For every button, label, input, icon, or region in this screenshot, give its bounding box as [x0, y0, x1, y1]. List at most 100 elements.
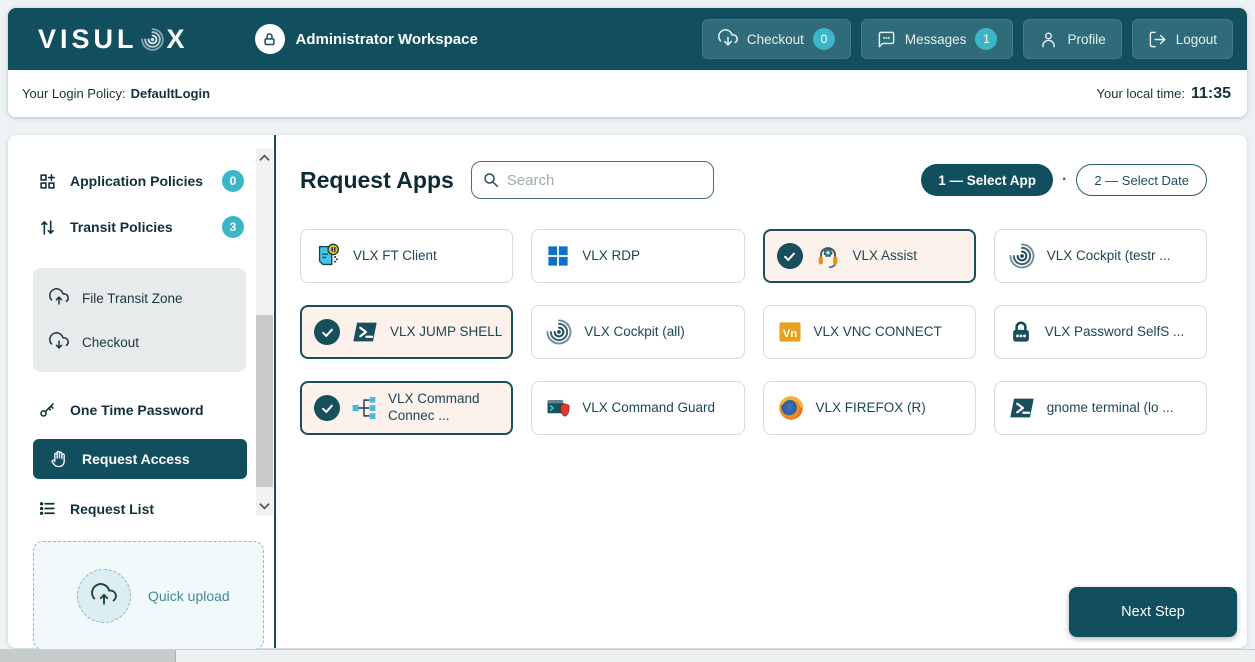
- workspace-group: Administrator Workspace: [255, 24, 478, 54]
- sidebar-item-file-transit-zone[interactable]: File Transit Zone: [33, 276, 246, 320]
- sidebar-item-application-policies[interactable]: Application Policies 0: [8, 160, 274, 202]
- profile-button[interactable]: Profile: [1023, 19, 1121, 59]
- step-select-date[interactable]: 2 — Select Date: [1076, 164, 1207, 196]
- app-card-label: VLX JUMP SHELL: [390, 324, 502, 341]
- message-bubble-icon: [877, 30, 896, 49]
- svg-text:Vn: Vn: [782, 328, 797, 340]
- app-header: VISUL X Administrator Workspace: [8, 8, 1247, 70]
- app-card-label: VLX Assist: [853, 248, 918, 265]
- sidebar-item-request-list[interactable]: Request List: [8, 489, 274, 528]
- terminal-shield-icon: [544, 394, 572, 422]
- app-card-vlx-password-selfservice[interactable]: VLX Password SelfS ...: [994, 305, 1207, 359]
- scroll-down-arrow-icon[interactable]: [256, 498, 273, 514]
- local-time-label: Your local time:: [1097, 86, 1185, 101]
- sidebar-item-label: Application Policies: [70, 173, 209, 189]
- cloud-download-icon: [718, 29, 738, 49]
- quick-upload-dropzone[interactable]: Quick upload: [33, 541, 264, 650]
- network-hierarchy-icon: [350, 394, 378, 422]
- app-card-vlx-command-guard[interactable]: VLX Command Guard: [531, 381, 744, 435]
- local-time: Your local time: 11:35: [1097, 85, 1231, 103]
- step-select-app[interactable]: 1 — Select App: [921, 164, 1053, 196]
- app-card-label: VLX FIREFOX (R): [816, 400, 926, 417]
- checkout-badge: 0: [813, 28, 835, 50]
- logo-text-left: VISUL: [38, 24, 138, 55]
- shell-icon: [1007, 393, 1037, 423]
- app-card-vlx-command-connect[interactable]: VLX Command Connec ...: [300, 381, 513, 435]
- shell-icon: [350, 317, 380, 347]
- step-indicator: 1 — Select App · 2 — Select Date: [921, 164, 1207, 196]
- login-policy-label: Your Login Policy:: [22, 86, 126, 101]
- messages-button[interactable]: Messages 1: [861, 19, 1014, 59]
- sidebar-scrollbar-thumb[interactable]: [256, 315, 273, 487]
- apps-grid-plus-icon: [38, 172, 57, 191]
- app-card-label: VLX Password SelfS ...: [1045, 324, 1185, 341]
- checkout-button-label: Checkout: [747, 32, 804, 47]
- app-card-label: VLX RDP: [582, 248, 640, 265]
- app-card-vlx-ft-client[interactable]: VLX FT Client: [300, 229, 513, 283]
- cloud-upload-icon: [49, 288, 69, 308]
- sidebar-item-label: Request Access: [82, 451, 231, 467]
- app-card-vlx-jump-shell[interactable]: VLX JUMP SHELL: [300, 305, 513, 359]
- logout-button[interactable]: Logout: [1132, 19, 1233, 59]
- application-policies-badge: 0: [222, 170, 244, 192]
- cloud-upload-icon: [77, 569, 131, 623]
- login-policy: Your Login Policy: DefaultLogin: [22, 86, 210, 101]
- app-card-vlx-cockpit-all[interactable]: VLX Cockpit (all): [531, 305, 744, 359]
- app-card-label: VLX Cockpit (all): [584, 324, 685, 341]
- lock-icon: [255, 24, 285, 54]
- app-card-label: VLX Command Connec ...: [388, 391, 503, 425]
- ft-client-icon: [313, 241, 343, 271]
- key-icon: [38, 400, 57, 419]
- headset-icon: [813, 241, 843, 271]
- sidebar-item-one-time-password[interactable]: One Time Password: [8, 390, 274, 429]
- person-icon: [1039, 30, 1058, 49]
- sidebar-item-request-access[interactable]: Request Access: [33, 439, 247, 479]
- search-box[interactable]: [471, 161, 714, 199]
- app-card-gnome-terminal[interactable]: gnome terminal (lo ...: [994, 381, 1207, 435]
- apps-grid: VLX FT Client VLX RDP: [300, 229, 1207, 435]
- horizontal-scrollbar[interactable]: [0, 649, 1255, 662]
- app-card-label: VLX Cockpit (testr ...: [1047, 248, 1171, 265]
- login-policy-value: DefaultLogin: [131, 86, 210, 101]
- app-card-vlx-vnc-connect[interactable]: Vn VLX VNC CONNECT: [763, 305, 976, 359]
- transit-policies-badge: 3: [222, 216, 244, 238]
- hand-icon: [49, 449, 69, 469]
- local-time-value: 11:35: [1191, 85, 1231, 103]
- app-card-vlx-assist[interactable]: VLX Assist: [763, 229, 976, 283]
- vnc-icon: Vn: [776, 318, 804, 346]
- checkout-button[interactable]: Checkout 0: [702, 19, 851, 59]
- padlock-icon: [1007, 318, 1035, 346]
- selected-check-icon: [314, 319, 340, 345]
- sidebar-item-checkout[interactable]: Checkout: [33, 320, 246, 364]
- app-card-vlx-firefox[interactable]: VLX FIREFOX (R): [763, 381, 976, 435]
- next-step-button[interactable]: Next Step: [1069, 587, 1237, 637]
- visulox-logo: VISUL X: [38, 24, 189, 55]
- arrows-up-down-icon: [38, 218, 57, 237]
- content-header: Request Apps 1 — Select App · 2 — Select…: [300, 161, 1207, 199]
- step-separator: ·: [1062, 171, 1067, 189]
- sidebar-group: File Transit Zone Checkout: [33, 268, 246, 372]
- header-actions: Checkout 0 Messages 1: [702, 19, 1233, 59]
- cockpit-spiral-icon: [544, 317, 574, 347]
- app-card-vlx-rdp[interactable]: VLX RDP: [531, 229, 744, 283]
- app-card-vlx-cockpit-testr[interactable]: VLX Cockpit (testr ...: [994, 229, 1207, 283]
- horizontal-scrollbar-thumb[interactable]: [0, 650, 176, 662]
- quick-upload-label: Quick upload: [148, 588, 230, 604]
- cloud-download-icon: [49, 332, 69, 352]
- app-card-label: VLX VNC CONNECT: [814, 324, 942, 341]
- logo-text-right: X: [167, 24, 189, 55]
- list-icon: [38, 499, 57, 518]
- sidebar-item-label: Transit Policies: [70, 219, 209, 235]
- scroll-up-arrow-icon[interactable]: [256, 150, 273, 166]
- logout-button-label: Logout: [1176, 32, 1217, 47]
- sidebar-scrollbar[interactable]: [256, 148, 273, 516]
- workspace-title: Administrator Workspace: [296, 31, 478, 48]
- app-card-label: VLX FT Client: [353, 248, 437, 265]
- selected-check-icon: [314, 395, 340, 421]
- app-card-label: gnome terminal (lo ...: [1047, 400, 1174, 417]
- policy-bar: Your Login Policy: DefaultLogin Your loca…: [8, 70, 1247, 117]
- sidebar-item-transit-policies[interactable]: Transit Policies 3: [8, 206, 274, 248]
- search-input[interactable]: [507, 172, 706, 189]
- cockpit-spiral-icon: [1007, 241, 1037, 271]
- selected-check-icon: [777, 243, 803, 269]
